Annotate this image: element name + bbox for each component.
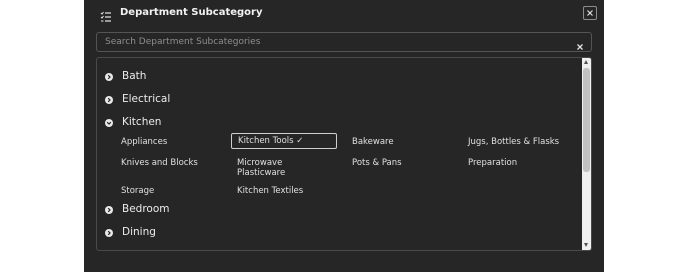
scroll-down-arrow-icon[interactable] (584, 243, 588, 247)
subcategory-pots-and-pans[interactable]: Pots & Pans (352, 158, 402, 168)
search-input[interactable] (105, 35, 565, 49)
chevron-right-icon (105, 229, 113, 237)
subcategory-microwave-plasticware[interactable]: Microwave Plasticware (237, 158, 297, 178)
subcategory-appliances[interactable]: Appliances (121, 137, 167, 147)
category-dining[interactable]: Dining (97, 224, 577, 242)
dialog-header: Department Subcategory (84, 0, 604, 30)
subcategory-kitchen-textiles[interactable]: Kitchen Textiles (237, 186, 303, 196)
scrollbar-thumb[interactable] (583, 68, 590, 172)
dialog-title: Department Subcategory (120, 7, 263, 18)
category-list[interactable]: Bath Electrical Kitchen Appliances Kitch… (96, 57, 592, 251)
category-bedroom[interactable]: Bedroom (97, 201, 577, 219)
subcategory-preparation[interactable]: Preparation (468, 158, 517, 168)
subcategory-bakeware[interactable]: Bakeware (352, 137, 394, 147)
chevron-right-icon (105, 96, 113, 104)
scrollbar[interactable] (582, 58, 591, 250)
category-label: Dining (122, 226, 156, 238)
chevron-right-icon (105, 206, 113, 214)
subcategory-kitchen-tools[interactable]: Kitchen Tools ✓ (231, 133, 337, 149)
category-label: Bath (122, 70, 147, 82)
close-button[interactable] (583, 6, 597, 20)
category-kitchen[interactable]: Kitchen (97, 114, 577, 132)
category-label: Electrical (122, 93, 171, 105)
close-icon (587, 10, 593, 16)
checklist-icon (100, 8, 112, 22)
clear-x-icon[interactable] (575, 37, 585, 50)
subcategory-knives-and-blocks[interactable]: Knives and Blocks (121, 158, 198, 168)
chevron-down-icon (105, 119, 113, 127)
chevron-right-icon (105, 73, 113, 81)
category-label: Bedroom (122, 203, 170, 215)
category-electrical[interactable]: Electrical (97, 91, 577, 109)
subcategory-jugs-bottles-flasks[interactable]: Jugs, Bottles & Flasks (468, 137, 559, 147)
subcategory-dialog: Department Subcategory Bath (84, 0, 604, 272)
category-bath[interactable]: Bath (97, 68, 577, 86)
scroll-up-arrow-icon[interactable] (584, 60, 588, 64)
subcategory-storage[interactable]: Storage (121, 186, 154, 196)
category-label: Kitchen (122, 116, 162, 128)
search-box (96, 32, 592, 52)
